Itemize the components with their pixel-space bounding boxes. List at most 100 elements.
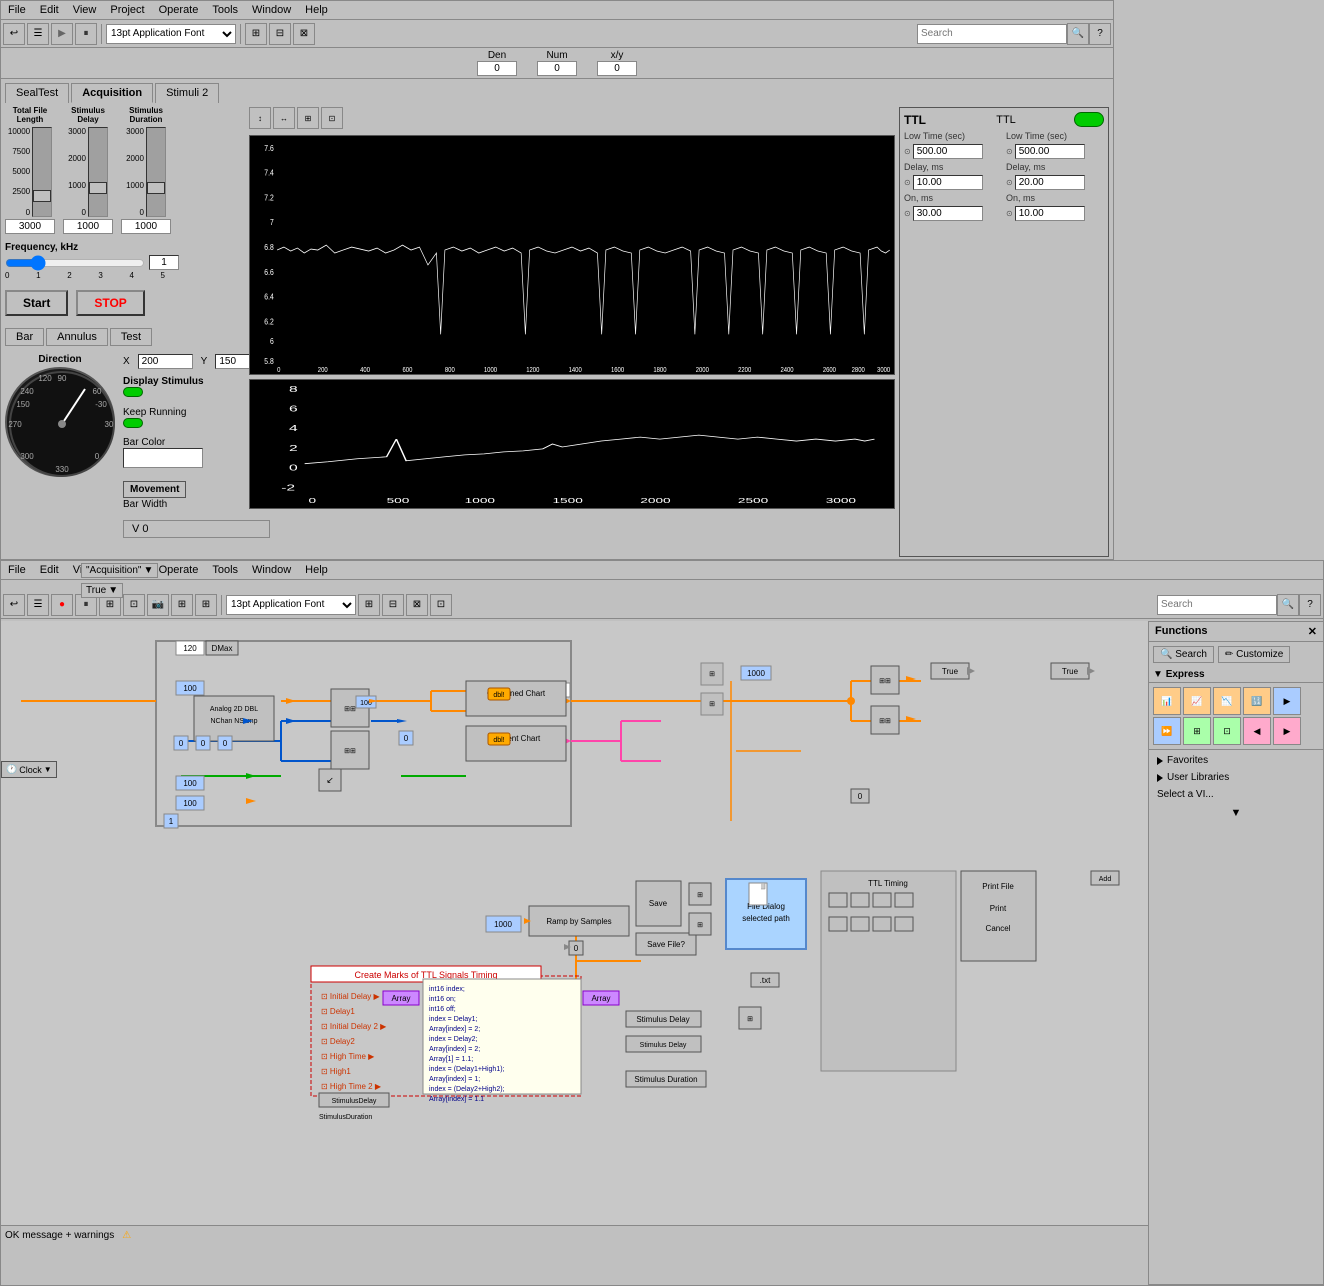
func-icon-7[interactable]: ⊞ (1183, 717, 1211, 745)
den-value[interactable] (477, 61, 517, 76)
ttl-dial-icon-5: ⊙ (1006, 178, 1013, 187)
tab-acquisition[interactable]: Acquisition (71, 83, 153, 103)
menu-view[interactable]: View (70, 3, 100, 17)
sub-tab-test[interactable]: Test (110, 328, 152, 346)
num-value[interactable] (537, 61, 577, 76)
width-label: Width (142, 499, 168, 510)
bottom-menu-operate[interactable]: Operate (156, 563, 202, 577)
tree-select-vi[interactable]: Select a VI... (1151, 786, 1321, 803)
btoolbar-probe[interactable]: ⊡ (123, 594, 145, 616)
btoolbar-dist[interactable]: ⊟ (382, 594, 404, 616)
bottom-font-dropdown[interactable]: 13pt Application Font (226, 595, 356, 615)
stimulus-delay-value[interactable] (63, 219, 113, 234)
toolbar-arrow[interactable]: ☰ (27, 23, 49, 45)
tab-stimuli2[interactable]: Stimuli 2 (155, 83, 219, 103)
total-file-length-value[interactable] (5, 219, 55, 234)
func-icon-4[interactable]: 🔢 (1243, 687, 1271, 715)
toolbar-back[interactable]: ↩ (3, 23, 25, 45)
svg-text:-30: -30 (95, 400, 107, 409)
func-icon-1[interactable]: 📊 (1153, 687, 1181, 715)
search-input[interactable] (917, 24, 1067, 44)
func-icon-10[interactable]: ▶ (1273, 717, 1301, 745)
btoolbar-camera[interactable]: 📷 (147, 594, 169, 616)
stimulus-duration-value[interactable] (121, 219, 171, 234)
btoolbar-align[interactable]: ⊞ (358, 594, 380, 616)
gauge-circle[interactable]: 90 60 30 0 330 300 270 240 120 150 -30 (5, 367, 115, 477)
func-icon-2[interactable]: 📈 (1183, 687, 1211, 715)
ttl-delay-2-input[interactable] (1015, 175, 1085, 190)
toolbar-dist[interactable]: ⊟ (269, 23, 291, 45)
btoolbar-run[interactable]: ● (51, 594, 73, 616)
tree-arrow-user-libraries (1157, 774, 1163, 782)
bottom-menu-window[interactable]: Window (249, 563, 294, 577)
func-icon-8[interactable]: ⊡ (1213, 717, 1241, 745)
bottom-search-input[interactable] (1157, 595, 1277, 615)
chart-btn-4[interactable]: ⊡ (321, 107, 343, 129)
stop-button[interactable]: STOP (76, 290, 144, 316)
menu-operate[interactable]: Operate (156, 3, 202, 17)
xy-value[interactable] (597, 61, 637, 76)
functions-search-row: 🔍 Search ✏ Customize (1149, 642, 1323, 667)
ttl-low-time-2-input[interactable] (1015, 144, 1085, 159)
btoolbar-ref[interactable]: ⊞ (171, 594, 193, 616)
sub-tab-bar[interactable]: Bar (5, 328, 44, 346)
stimulus-delay-slider[interactable] (88, 127, 108, 217)
chart-btn-2[interactable]: ↔ (273, 107, 295, 129)
functions-customize-button[interactable]: ✏ Customize (1218, 646, 1290, 663)
bottom-menu-tools[interactable]: Tools (209, 563, 241, 577)
bar-color-box[interactable] (123, 448, 203, 468)
font-dropdown[interactable]: 13pt Application Font (106, 24, 236, 44)
func-icon-5[interactable]: ▶ (1273, 687, 1301, 715)
tree-favorites[interactable]: Favorites (1151, 752, 1321, 769)
functions-close[interactable]: ✕ (1308, 625, 1317, 638)
bottom-menu-file[interactable]: File (5, 563, 29, 577)
menu-tools[interactable]: Tools (209, 3, 241, 17)
func-icon-6[interactable]: ⏩ (1153, 717, 1181, 745)
btoolbar-back[interactable]: ↩ (3, 594, 25, 616)
ttl-on-2-input[interactable] (1015, 206, 1085, 221)
toolbar-pause[interactable]: ⏸ (75, 23, 97, 45)
x-input[interactable] (138, 354, 193, 369)
func-icon-9[interactable]: ◀ (1243, 717, 1271, 745)
ttl-delay-1-input[interactable] (913, 175, 983, 190)
btoolbar-arrow[interactable]: ☰ (27, 594, 49, 616)
keep-running-led[interactable] (123, 418, 143, 428)
bottom-search-button[interactable]: 🔍 (1277, 594, 1299, 616)
display-stimulus-led[interactable] (123, 387, 143, 397)
menu-help[interactable]: Help (302, 3, 331, 17)
total-file-length-slider[interactable] (32, 127, 52, 217)
bottom-help-button[interactable]: ? (1299, 594, 1321, 616)
search-button[interactable]: 🔍 (1067, 23, 1089, 45)
btoolbar-ctrl[interactable]: ⊞ (195, 594, 217, 616)
frequency-slider[interactable] (5, 255, 145, 271)
toolbar-run[interactable]: ▶ (51, 23, 73, 45)
btoolbar-extra[interactable]: ⊡ (430, 594, 452, 616)
toolbar-resize[interactable]: ⊠ (293, 23, 315, 45)
toolbar-align[interactable]: ⊞ (245, 23, 267, 45)
tree-user-libraries[interactable]: User Libraries (1151, 769, 1321, 786)
sub-tab-annulus[interactable]: Annulus (46, 328, 108, 346)
ttl-low-time-1-input[interactable] (913, 144, 983, 159)
svg-text:index = Delay2;: index = Delay2; (429, 1036, 478, 1043)
stimulus-duration-slider[interactable] (146, 127, 166, 217)
chart-btn-3[interactable]: ⊞ (297, 107, 319, 129)
coord-num: Num (537, 50, 577, 76)
help-button[interactable]: ? (1089, 23, 1111, 45)
ttl-led[interactable] (1074, 112, 1104, 127)
btoolbar-more[interactable]: ⊠ (406, 594, 428, 616)
functions-search-button[interactable]: 🔍 Search (1153, 646, 1214, 663)
tab-sealtest[interactable]: SealTest (5, 83, 69, 103)
clock-dropdown[interactable]: ▼ (44, 765, 52, 774)
menu-window[interactable]: Window (249, 3, 294, 17)
frequency-value[interactable] (149, 255, 179, 270)
bottom-menu-edit[interactable]: Edit (37, 563, 62, 577)
start-button[interactable]: Start (5, 290, 68, 316)
menu-project[interactable]: Project (107, 3, 147, 17)
bottom-menu-help[interactable]: Help (302, 563, 331, 577)
menu-edit[interactable]: Edit (37, 3, 62, 17)
sub-tabs: Bar Annulus Test (5, 328, 245, 346)
chart-btn-1[interactable]: ↕ (249, 107, 271, 129)
menu-file[interactable]: File (5, 3, 29, 17)
ttl-on-1-input[interactable] (913, 206, 983, 221)
func-icon-3[interactable]: 📉 (1213, 687, 1241, 715)
